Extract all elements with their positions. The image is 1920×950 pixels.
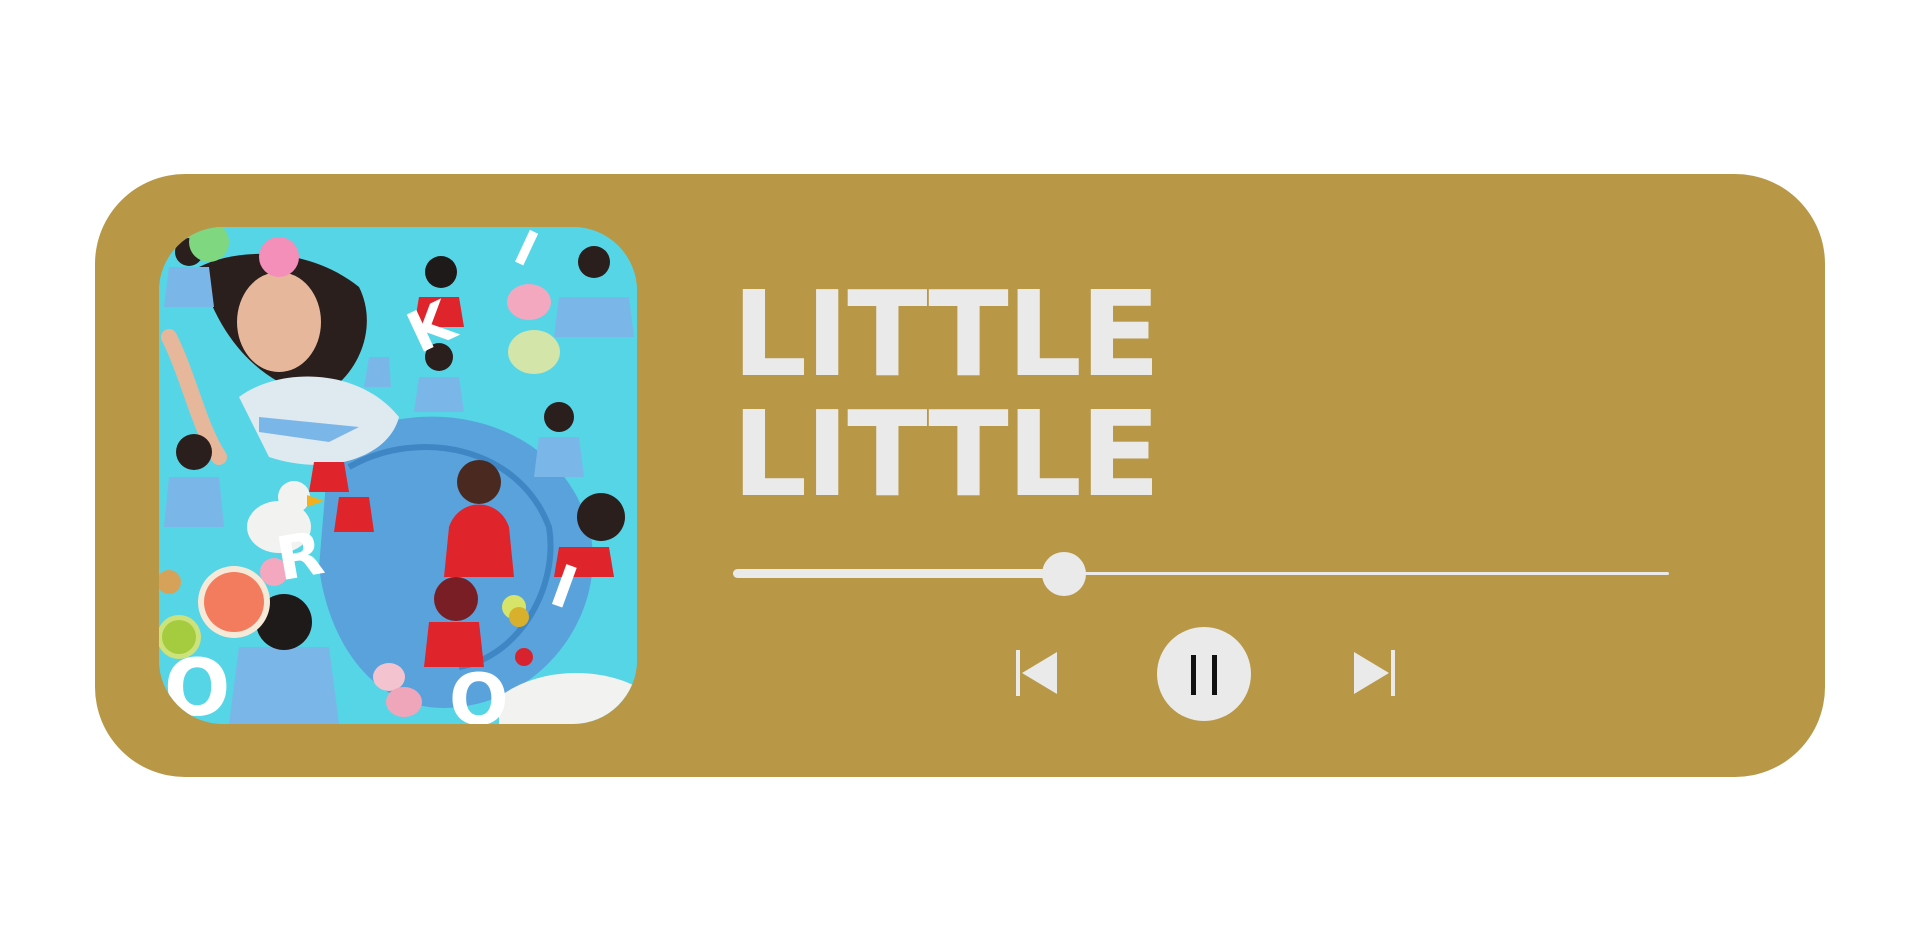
progress-bar[interactable]: [733, 552, 1669, 596]
album-cover: O R I K I O: [159, 227, 637, 724]
skip-previous-icon: [1016, 650, 1057, 696]
pause-button[interactable]: [1157, 627, 1251, 721]
track-title: LITTLE LITTLE: [732, 265, 1161, 523]
progress-fill: [733, 569, 1065, 578]
previous-button[interactable]: [1013, 648, 1059, 698]
cover-letter: O: [164, 644, 230, 724]
cover-letter: O: [449, 659, 509, 724]
pause-icon: [1191, 655, 1217, 695]
track-title-line-1: LITTLE: [732, 265, 1161, 403]
music-player-card: O R I K I O LITTLE LITTLE: [95, 174, 1825, 777]
next-button[interactable]: [1352, 648, 1398, 698]
album-cover-art: O R I K I O: [159, 227, 637, 724]
track-title-line-2: LITTLE: [732, 385, 1161, 523]
skip-next-icon: [1354, 650, 1395, 696]
progress-handle[interactable]: [1042, 552, 1087, 596]
